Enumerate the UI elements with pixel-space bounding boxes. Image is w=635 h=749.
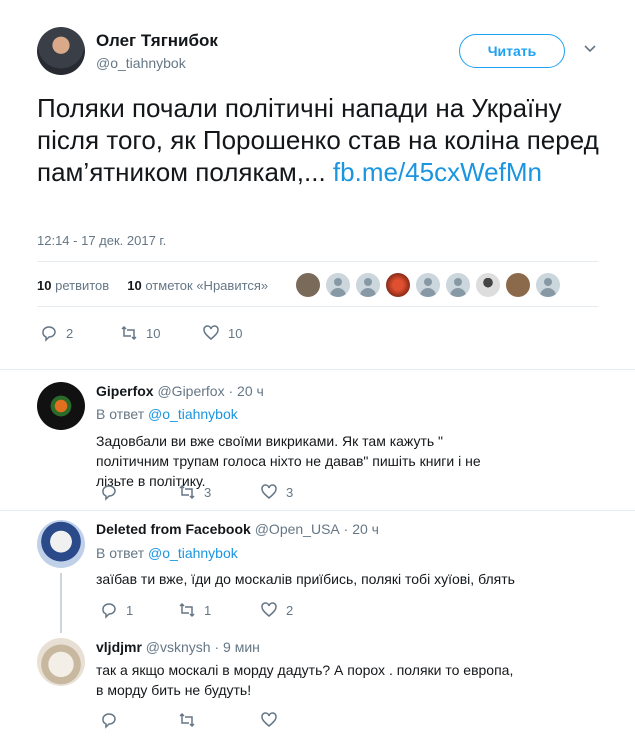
reply-avatar[interactable] xyxy=(37,520,85,568)
retweet-icon xyxy=(179,712,195,728)
tweet-timestamp[interactable]: 12:14 - 17 дек. 2017 г. xyxy=(37,233,166,248)
heart-icon xyxy=(261,712,277,727)
author-avatar[interactable] xyxy=(37,27,85,75)
liker-avatar[interactable] xyxy=(506,273,530,297)
like-button[interactable]: 3 xyxy=(260,483,293,501)
like-button[interactable]: 10 xyxy=(202,324,242,342)
retweet-button[interactable] xyxy=(178,711,260,729)
reply-icon xyxy=(102,713,116,729)
reply-button[interactable]: 2 xyxy=(40,324,120,342)
mention-link[interactable]: @o_tiahnybok xyxy=(148,406,238,422)
reply-text: Задовбали ви вже своїми викриками. Як та… xyxy=(96,433,481,489)
like-button[interactable] xyxy=(260,711,286,729)
reply-icon xyxy=(42,326,56,342)
reply-button[interactable] xyxy=(100,483,178,501)
mention-link[interactable]: @o_tiahnybok xyxy=(148,545,238,561)
retweet-button[interactable]: 3 xyxy=(178,483,260,501)
author-name[interactable]: Олег Тягнибок xyxy=(96,31,218,51)
divider xyxy=(37,306,598,307)
reply-author[interactable]: Deleted from Facebook @Open_USA · 20 ч xyxy=(96,521,379,537)
like-button[interactable]: 2 xyxy=(260,601,293,619)
reply-author[interactable]: Giperfox @Giperfox · 20 ч xyxy=(96,383,264,399)
liker-avatar[interactable] xyxy=(446,273,470,297)
in-reply-to: В ответ @o_tiahnybok xyxy=(96,545,238,561)
reply-text: так а якщо москалі в морду дадуть? А пор… xyxy=(96,662,514,698)
heart-icon xyxy=(203,325,219,340)
reply-icon xyxy=(102,603,116,619)
reply-avatar[interactable] xyxy=(37,638,85,686)
reply-icon xyxy=(102,485,116,501)
section-divider xyxy=(0,369,635,370)
chevron-down-icon[interactable] xyxy=(583,42,597,56)
reply-button[interactable] xyxy=(100,711,178,729)
likers-avatars xyxy=(296,273,560,297)
reply-author[interactable]: vljdjmr @vsknysh · 9 мин xyxy=(96,639,260,655)
reply-actions: 3 3 xyxy=(100,483,293,501)
tweet-stats: 10 ретвитов 10 отметок «Нравится» xyxy=(37,278,268,293)
heart-icon xyxy=(261,484,277,499)
reply-avatar[interactable] xyxy=(37,382,85,430)
liker-avatar[interactable] xyxy=(356,273,380,297)
likes-stat[interactable]: 10 отметок «Нравится» xyxy=(127,278,268,293)
main-tweet: Олег Тягнибок @o_tiahnybok Читать Поляки… xyxy=(0,0,635,370)
liker-avatar[interactable] xyxy=(476,273,500,297)
retweet-button[interactable]: 10 xyxy=(120,324,202,342)
heart-icon xyxy=(261,602,277,617)
thread-connector xyxy=(60,573,62,633)
tweet-text: Поляки почали політичні напади на Україн… xyxy=(37,92,607,188)
retweet-icon xyxy=(179,484,195,500)
reply-actions xyxy=(100,711,286,729)
liker-avatar[interactable] xyxy=(386,273,410,297)
retweet-button[interactable]: 1 xyxy=(178,601,260,619)
author-handle[interactable]: @o_tiahnybok xyxy=(96,55,186,71)
reply-text: заїбав ти вже, їди до москалів приїбись,… xyxy=(96,571,515,587)
retweet-icon xyxy=(179,602,195,618)
retweets-stat[interactable]: 10 ретвитов xyxy=(37,278,109,293)
tweet-actions: 2 10 10 xyxy=(40,324,242,342)
in-reply-to: В ответ @o_tiahnybok xyxy=(96,406,238,422)
reply-actions: 1 1 2 xyxy=(100,601,293,619)
liker-avatar[interactable] xyxy=(536,273,560,297)
tweet-link[interactable]: fb.me/45cxWefMn xyxy=(333,157,542,187)
reply-button[interactable]: 1 xyxy=(100,601,178,619)
follow-button[interactable]: Читать xyxy=(459,34,565,68)
retweet-icon xyxy=(121,325,137,341)
section-divider xyxy=(0,510,635,511)
liker-avatar[interactable] xyxy=(416,273,440,297)
divider xyxy=(37,261,598,262)
liker-avatar[interactable] xyxy=(326,273,350,297)
liker-avatar[interactable] xyxy=(296,273,320,297)
